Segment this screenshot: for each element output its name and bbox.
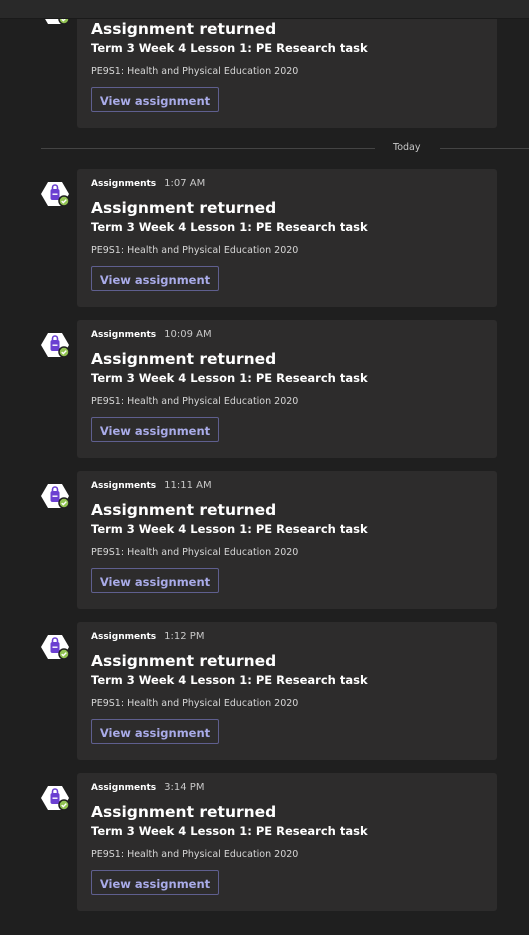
- date-divider: Today: [41, 142, 529, 153]
- message-meta: Assignments 3:14 PM: [91, 782, 204, 793]
- message-card: Assignments 1:12 PM Assignment returned T…: [77, 622, 497, 760]
- message-time: 1:12 PM: [164, 631, 205, 642]
- activity-feed: Assignment returned Term 3 Week 4 Lesson…: [0, 0, 529, 935]
- message-time: 10:09 AM: [164, 329, 212, 340]
- message-title: Assignment returned: [91, 199, 277, 217]
- message-card: Assignments 1:07 AM Assignment returned T…: [77, 169, 497, 307]
- message-meta: Assignments 1:07 AM: [91, 178, 205, 189]
- message-title: Assignment returned: [91, 652, 277, 670]
- view-assignment-button[interactable]: View assignment: [91, 87, 219, 112]
- assignments-backpack-icon: [41, 786, 70, 811]
- sender-name: Assignments: [91, 632, 157, 642]
- message-card: Assignment returned Term 3 Week 4 Lesson…: [77, 0, 497, 128]
- class-name: PE9S1: Health and Physical Education 202…: [91, 547, 299, 558]
- assignments-app-avatar[interactable]: [40, 785, 70, 811]
- assignments-app-avatar[interactable]: [40, 332, 70, 358]
- message-meta: Assignments 1:12 PM: [91, 631, 204, 642]
- check-badge-icon: [58, 497, 70, 509]
- view-assignment-button[interactable]: View assignment: [91, 417, 219, 442]
- check-badge-icon: [58, 799, 70, 811]
- view-assignment-button[interactable]: View assignment: [91, 719, 219, 744]
- sender-name: Assignments: [91, 179, 157, 189]
- top-bar: [0, 0, 529, 19]
- message-meta: Assignments 10:09 AM: [91, 329, 212, 340]
- message-time: 11:11 AM: [164, 480, 212, 491]
- message-meta: Assignments 11:11 AM: [91, 480, 212, 491]
- assignment-name: Term 3 Week 4 Lesson 1: PE Research task: [91, 522, 368, 536]
- assignments-backpack-icon: [41, 333, 70, 358]
- assignment-name: Term 3 Week 4 Lesson 1: PE Research task: [91, 673, 368, 687]
- assignment-name: Term 3 Week 4 Lesson 1: PE Research task: [91, 220, 368, 234]
- date-divider-label: Today: [393, 142, 421, 153]
- check-badge-icon: [58, 346, 70, 358]
- assignments-app-avatar[interactable]: [40, 181, 70, 207]
- assignment-name: Term 3 Week 4 Lesson 1: PE Research task: [91, 371, 368, 385]
- message-title: Assignment returned: [91, 350, 277, 368]
- view-assignment-button[interactable]: View assignment: [91, 870, 219, 895]
- assignments-backpack-icon: [41, 635, 70, 660]
- sender-name: Assignments: [91, 330, 157, 340]
- class-name: PE9S1: Health and Physical Education 202…: [91, 245, 299, 256]
- class-name: PE9S1: Health and Physical Education 202…: [91, 66, 299, 77]
- assignments-app-avatar[interactable]: [40, 634, 70, 660]
- sender-name: Assignments: [91, 481, 157, 491]
- class-name: PE9S1: Health and Physical Education 202…: [91, 849, 299, 860]
- assignments-backpack-icon: [41, 182, 70, 207]
- message-card: Assignments 11:11 AM Assignment returned …: [77, 471, 497, 609]
- assignments-backpack-icon: [41, 484, 70, 509]
- divider-line: [440, 148, 529, 149]
- view-assignment-button[interactable]: View assignment: [91, 568, 219, 593]
- check-badge-icon: [58, 648, 70, 660]
- message-title: Assignment returned: [91, 20, 277, 38]
- message-card: Assignments 10:09 AM Assignment returned …: [77, 320, 497, 458]
- message-title: Assignment returned: [91, 501, 277, 519]
- sender-name: Assignments: [91, 783, 157, 793]
- check-badge-icon: [58, 195, 70, 207]
- message-time: 1:07 AM: [164, 178, 206, 189]
- assignment-name: Term 3 Week 4 Lesson 1: PE Research task: [91, 824, 368, 838]
- class-name: PE9S1: Health and Physical Education 202…: [91, 396, 299, 407]
- divider-line: [41, 148, 375, 149]
- class-name: PE9S1: Health and Physical Education 202…: [91, 698, 299, 709]
- message-title: Assignment returned: [91, 803, 277, 821]
- message-time: 3:14 PM: [164, 782, 205, 793]
- message-card: Assignments 3:14 PM Assignment returned T…: [77, 773, 497, 911]
- view-assignment-button[interactable]: View assignment: [91, 266, 219, 291]
- assignment-name: Term 3 Week 4 Lesson 1: PE Research task: [91, 41, 368, 55]
- assignments-app-avatar[interactable]: [40, 483, 70, 509]
